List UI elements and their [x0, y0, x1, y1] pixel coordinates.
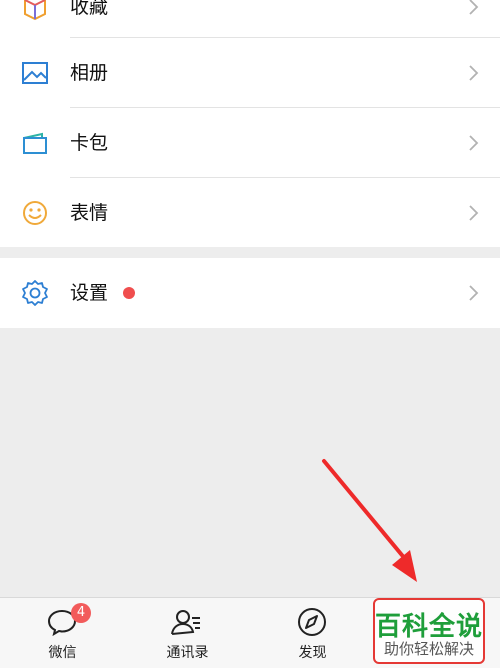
menu-item-stickers[interactable]: 表情 [0, 178, 500, 248]
settings-notification-dot [123, 287, 135, 299]
gear-icon [22, 280, 48, 306]
card-wallet-icon [23, 132, 47, 154]
chevron-right-icon [469, 135, 479, 151]
chevron-right-icon [469, 285, 479, 301]
favorites-icon [24, 0, 46, 21]
menu-item-favorites[interactable]: 收藏 [0, 0, 500, 42]
smiley-icon [23, 201, 47, 225]
compass-icon [298, 608, 326, 636]
tab-discover-label: 发现 [298, 645, 327, 661]
tab-chats[interactable]: 4 微信 [0, 598, 125, 668]
favorites-label: 收藏 [70, 0, 109, 18]
watermark-subtitle: 助你轻松解决 [383, 640, 474, 658]
tab-contacts-label: 通讯录 [166, 645, 209, 661]
stickers-label: 表情 [70, 202, 109, 224]
watermark-logo: 百科全说 助你轻松解决 [373, 598, 485, 664]
cards-label: 卡包 [70, 132, 109, 154]
chevron-right-icon [469, 65, 479, 81]
settings-label: 设置 [70, 282, 109, 304]
menu-item-cards[interactable]: 卡包 [0, 108, 500, 178]
album-label: 相册 [70, 62, 109, 84]
tab-discover[interactable]: 发现 [250, 598, 375, 668]
menu-group-main: 收藏 相册 卡包 表情 [0, 0, 500, 247]
menu-group-settings: 设置 [0, 258, 500, 328]
chevron-right-icon [469, 205, 479, 221]
menu-item-settings[interactable]: 设置 [0, 258, 500, 328]
tab-contacts[interactable]: 通讯录 [125, 598, 250, 668]
album-icon [22, 62, 48, 84]
tab-chats-label: 微信 [48, 645, 77, 661]
menu-item-album[interactable]: 相册 [0, 38, 500, 108]
chevron-right-icon [469, 0, 479, 15]
contacts-icon [171, 610, 200, 635]
unread-badge: 4 [71, 603, 91, 623]
